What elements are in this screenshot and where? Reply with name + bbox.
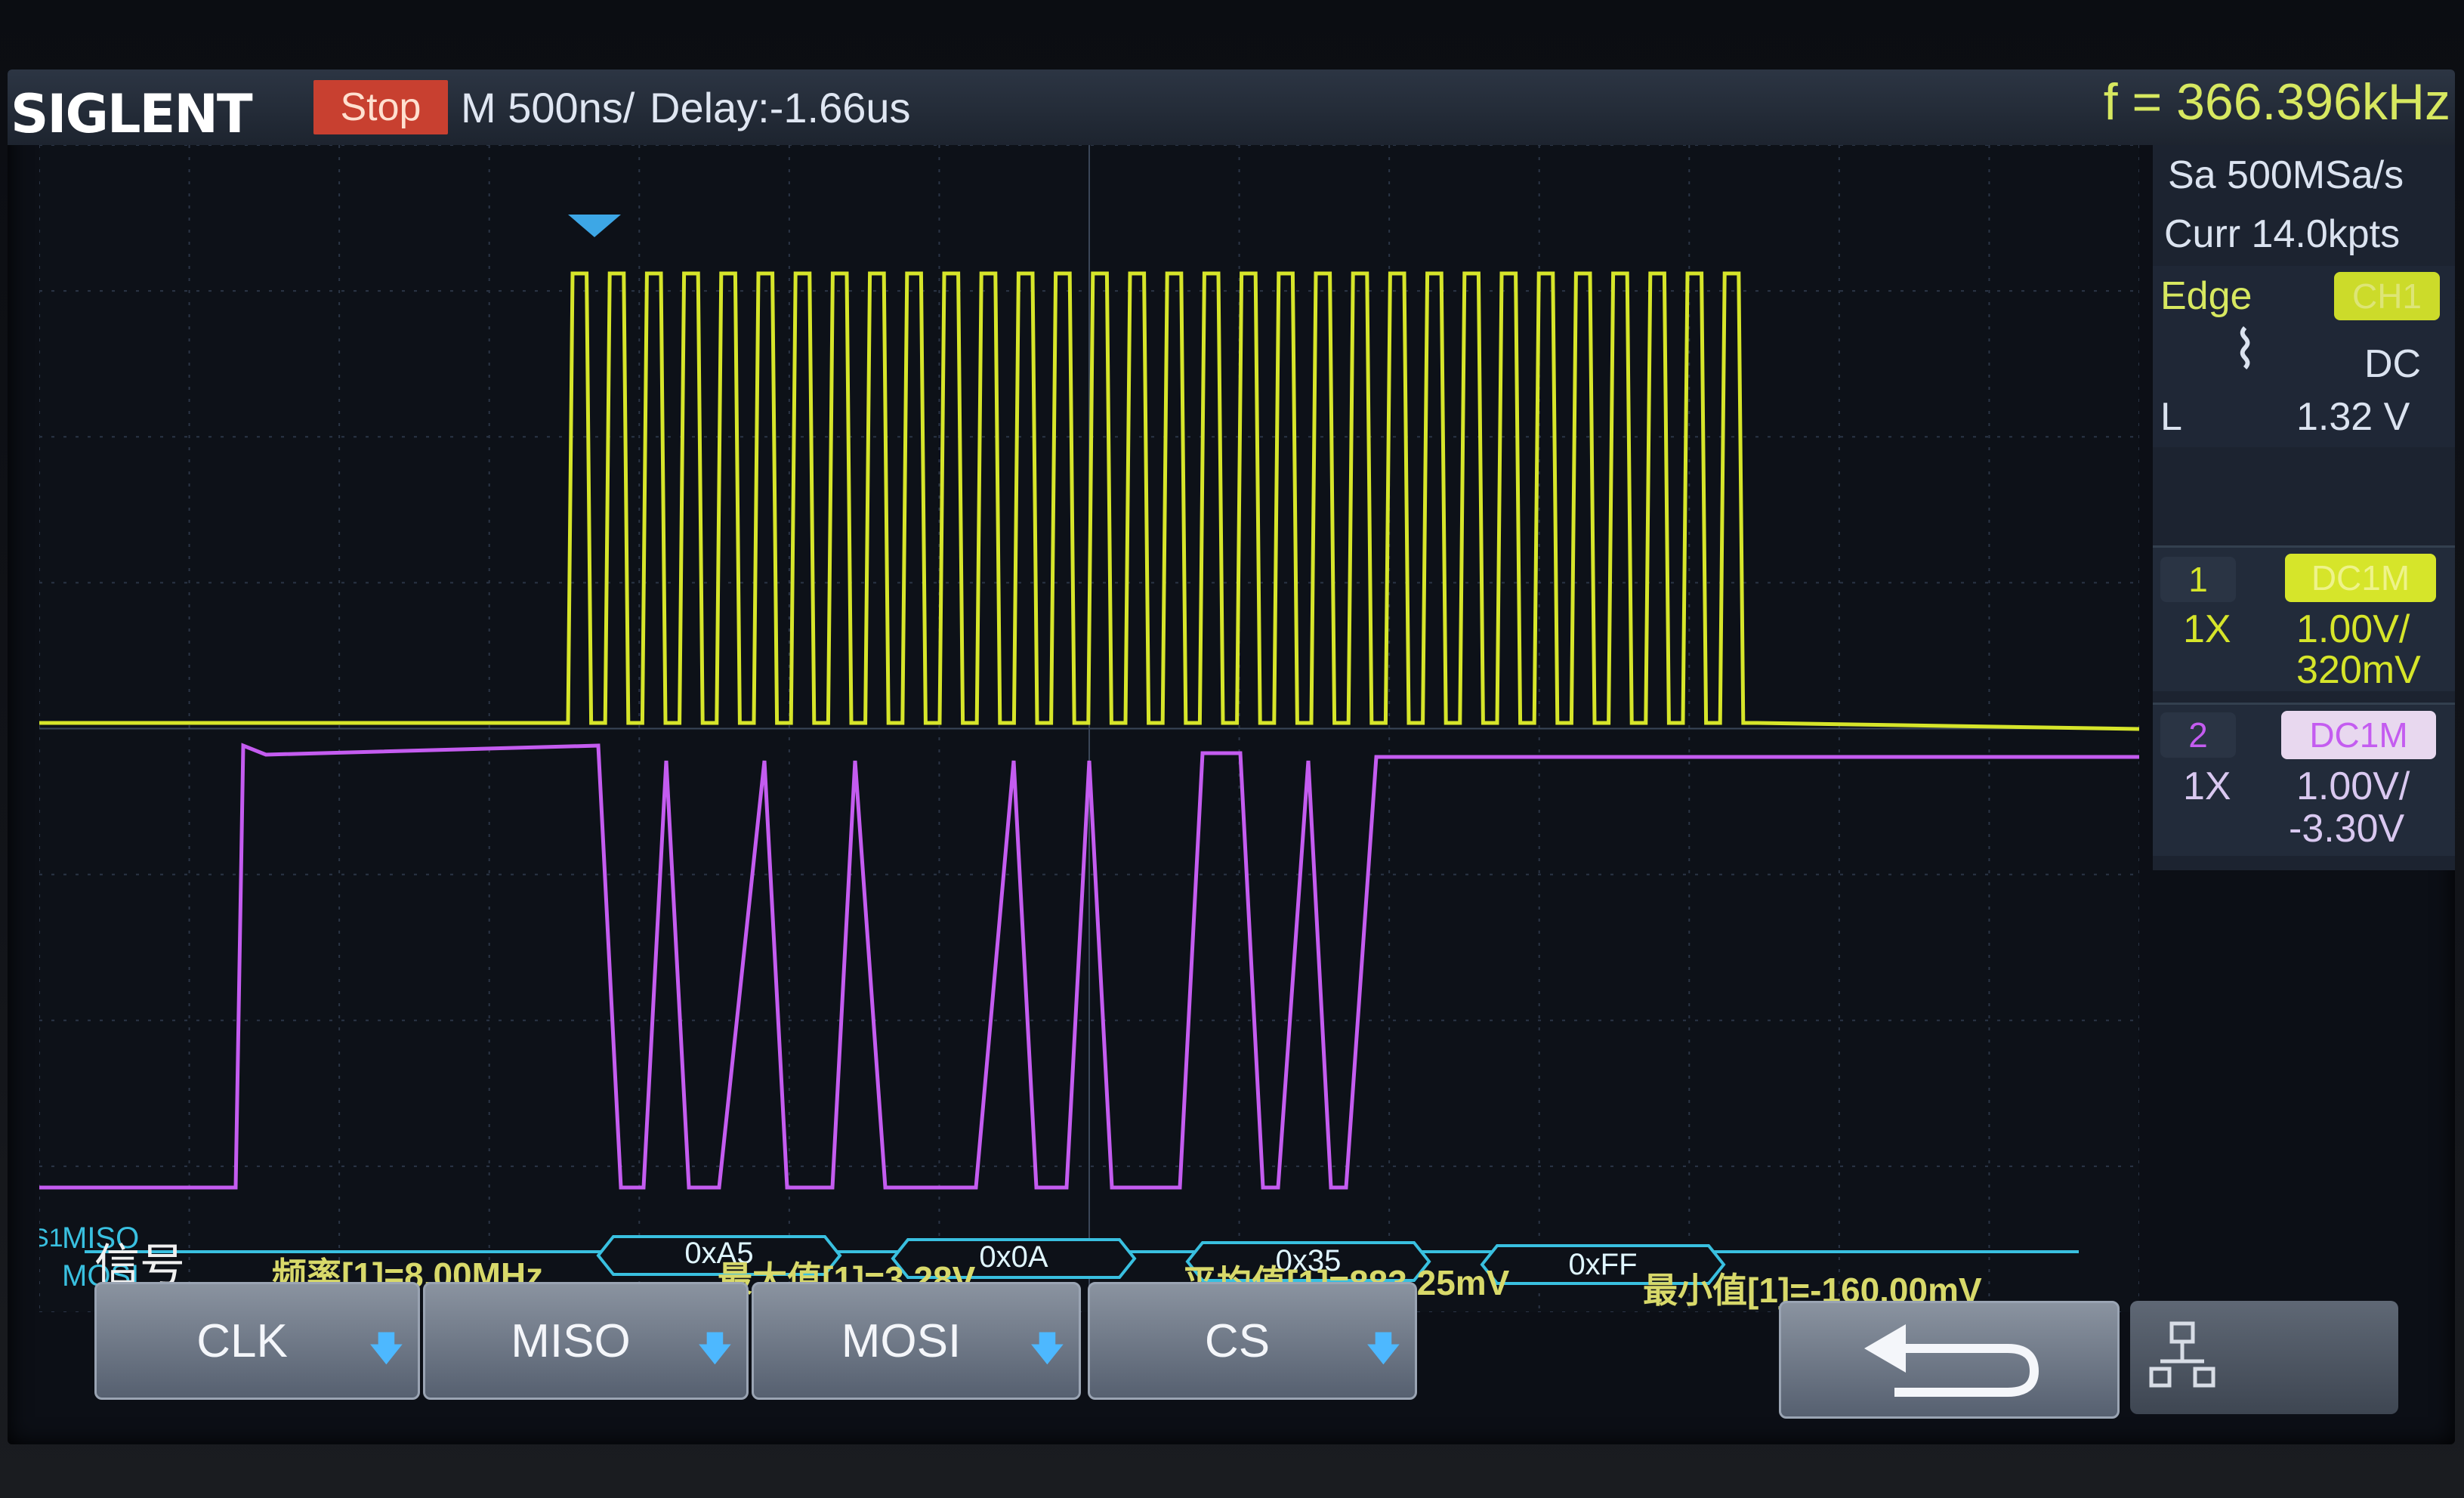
ch2-info[interactable]: 2 DC1M 1X 1.00V/ -3.30V (2153, 703, 2455, 856)
softkey-miso[interactable]: MISO 🡇 (423, 1282, 749, 1400)
bus-marker: S1 (39, 1224, 63, 1252)
brand-logo: SIGLENT (11, 83, 253, 145)
ch2-number: 2 (2160, 712, 2236, 758)
trigger-coupling: DC (2364, 342, 2422, 386)
packet-3-label: 0xFF (1568, 1248, 1637, 1281)
chevron-down-icon: 🡇 (696, 1329, 733, 1368)
softkey-clk[interactable]: CLK 🡇 (94, 1282, 420, 1400)
trigger-level: 1.32 V (2296, 395, 2410, 439)
run-stop-status[interactable]: Stop (313, 80, 448, 134)
ch1-info[interactable]: 1 DC1M 1X 1.00V/ 320mV (2153, 545, 2455, 692)
ch1-coupling-badge: DC1M (2285, 554, 2436, 602)
trigger-section[interactable]: Edge CH1 ⌇ DC L 1.32 V (2153, 266, 2455, 447)
network-button[interactable] (2130, 1301, 2398, 1414)
softkey-cs[interactable]: CS 🡇 (1088, 1282, 1417, 1400)
right-info-panel: Sa 500MSa/s Curr 14.0kpts Edge CH1 ⌇ DC … (2153, 145, 2455, 870)
oscilloscope-bezel: SIGLENT Stop M 500ns/ Delay:-1.66us f = … (0, 0, 2464, 1498)
waveform-display[interactable]: 1 2 S1 MISO MOSI 0xA5 0x0A 0x35 0xFF (39, 145, 2139, 1312)
softkey-cs-label: CS (1204, 1315, 1271, 1367)
falling-edge-icon: ⌇ (2232, 320, 2259, 379)
trigger-type: Edge (2160, 274, 2252, 318)
delay-readout[interactable]: Delay:-1.66us (650, 83, 911, 132)
ch2-offset: -3.30V (2289, 807, 2405, 851)
status-bar: SIGLENT Stop M 500ns/ Delay:-1.66us f = … (8, 69, 2455, 145)
ch1-scale: 1.00V/ (2296, 607, 2410, 651)
ch2-coupling-badge: DC1M (2281, 711, 2436, 759)
chevron-down-icon: 🡇 (1365, 1329, 1401, 1368)
softkey-mosi[interactable]: MOSI 🡇 (752, 1282, 1081, 1400)
ch1-number: 1 (2160, 557, 2236, 602)
ch2-scale: 1.00V/ (2296, 764, 2410, 808)
ch1-probe: 1X (2183, 607, 2231, 651)
softkey-mosi-label: MOSI (841, 1315, 962, 1367)
sample-rate: Sa 500MSa/s (2168, 153, 2404, 197)
ch1-offset: 320mV (2296, 648, 2421, 692)
trigger-source-badge: CH1 (2334, 272, 2440, 320)
frequency-counter: f = 366.396kHz (2103, 73, 2450, 131)
network-icon (2149, 1321, 2215, 1388)
memory-depth: Curr 14.0kpts (2164, 212, 2401, 256)
softkey-clk-label: CLK (196, 1315, 288, 1367)
chevron-down-icon: 🡇 (1029, 1329, 1065, 1368)
ch2-probe: 1X (2183, 764, 2231, 808)
back-button[interactable] (1779, 1301, 2120, 1419)
chevron-down-icon: 🡇 (368, 1329, 404, 1368)
timebase-readout[interactable]: M 500ns/ (461, 83, 635, 132)
softkey-miso-label: MISO (511, 1315, 631, 1367)
return-arrow-icon (1864, 1324, 2039, 1397)
packet-1-label: 0x0A (979, 1240, 1048, 1274)
trigger-level-label: L (2160, 395, 2182, 439)
oscilloscope-screen: SIGLENT Stop M 500ns/ Delay:-1.66us f = … (8, 69, 2455, 1444)
